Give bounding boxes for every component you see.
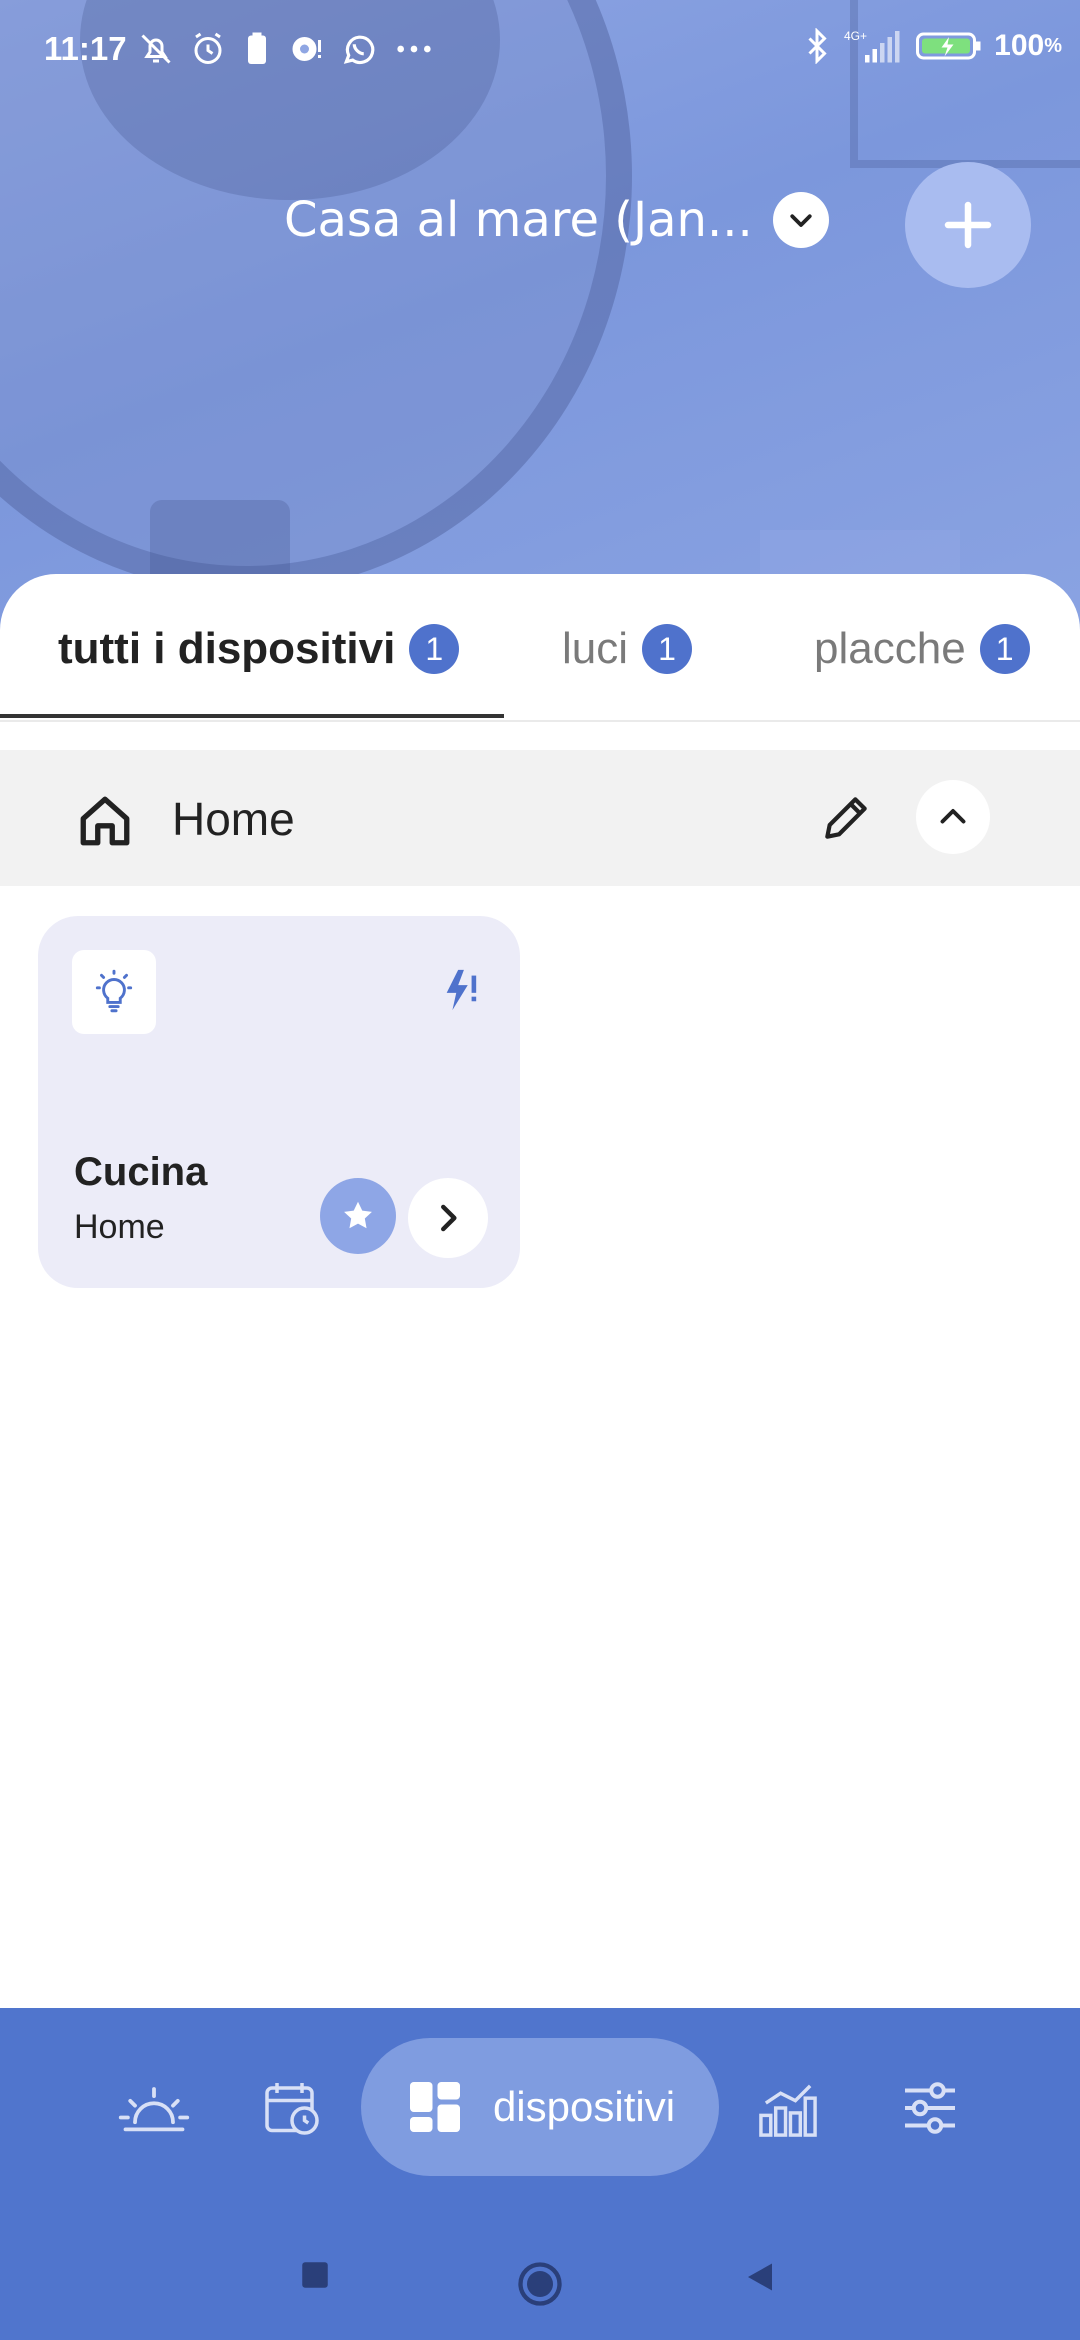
bell-off-icon bbox=[138, 31, 174, 67]
device-room: Home bbox=[74, 1208, 165, 1246]
signal-icon: 4G+ bbox=[844, 28, 904, 64]
flash-alert-icon bbox=[442, 966, 482, 1017]
back-button[interactable] bbox=[742, 2258, 778, 2296]
plus-icon bbox=[944, 201, 992, 249]
home-selector[interactable]: Casa al mare (Jan... bbox=[284, 192, 829, 248]
battery-icon bbox=[916, 28, 982, 64]
alarm-icon bbox=[190, 31, 226, 67]
triangle-back-icon bbox=[748, 2263, 772, 2291]
devices-sheet: tutti i dispositivi 1 luci 1 placche 1 H… bbox=[0, 574, 1080, 2008]
sync-icon bbox=[288, 31, 324, 67]
tab-lights[interactable]: luci 1 bbox=[562, 624, 693, 674]
status-bar: 11:17 4G+ 100 % bbox=[0, 0, 1080, 104]
nav-devices[interactable]: dispositivi bbox=[361, 2038, 719, 2176]
sliders-icon bbox=[905, 2082, 955, 2134]
open-device-button[interactable] bbox=[408, 1178, 488, 1258]
lightbulb-icon bbox=[72, 950, 156, 1034]
chevron-down-icon bbox=[772, 192, 829, 248]
tab-label: placche bbox=[814, 624, 966, 673]
house-icon bbox=[76, 792, 134, 855]
tab-label: tutti i dispositivi bbox=[58, 624, 396, 673]
svg-text:4G+: 4G+ bbox=[844, 29, 867, 43]
add-button[interactable] bbox=[905, 162, 1031, 288]
status-time: 11:17 bbox=[44, 30, 127, 67]
bluetooth-icon bbox=[802, 28, 832, 64]
whatsapp-icon bbox=[340, 30, 378, 68]
tab-bar: tutti i dispositivi 1 luci 1 placche 1 bbox=[0, 574, 1080, 722]
recents-button[interactable] bbox=[298, 2258, 332, 2292]
star-icon bbox=[344, 1201, 372, 1229]
nav-schedule[interactable] bbox=[262, 2078, 322, 2138]
tab-label: luci bbox=[562, 624, 629, 673]
bottom-nav: dispositivi bbox=[0, 2008, 1080, 2340]
group-title: Home bbox=[172, 793, 295, 845]
nav-devices-label: dispositivi bbox=[492, 2083, 676, 2130]
group-header: Home bbox=[0, 750, 1080, 886]
pencil-icon[interactable] bbox=[818, 790, 874, 851]
battery-percent: 100% bbox=[994, 29, 1062, 62]
nav-settings[interactable] bbox=[900, 2078, 960, 2138]
tab-count-badge: 1 bbox=[979, 624, 1030, 674]
calendar-clock-icon bbox=[265, 2083, 319, 2135]
nav-scenes[interactable] bbox=[116, 2078, 192, 2138]
chevron-right-icon bbox=[441, 1204, 457, 1232]
square-icon bbox=[302, 2262, 328, 2288]
sunrise-icon bbox=[118, 2087, 190, 2132]
active-tab-indicator bbox=[0, 714, 504, 718]
home-title: Casa al mare (Jan... bbox=[284, 192, 753, 248]
device-name: Cucina bbox=[74, 1150, 208, 1194]
dashboard-icon bbox=[409, 2082, 460, 2132]
tab-count-badge: 1 bbox=[409, 624, 460, 674]
collapse-button[interactable] bbox=[916, 780, 990, 854]
chevron-up-icon bbox=[940, 809, 966, 824]
favorite-button[interactable] bbox=[320, 1178, 396, 1254]
tab-count-badge: 1 bbox=[642, 624, 693, 674]
battery-saver-icon bbox=[242, 31, 272, 67]
chart-icon bbox=[759, 2084, 817, 2137]
tab-plates[interactable]: placche 1 bbox=[814, 624, 1030, 674]
home-button[interactable] bbox=[514, 2258, 566, 2310]
nav-stats[interactable] bbox=[756, 2078, 820, 2138]
more-icon bbox=[394, 31, 434, 67]
tab-all-devices[interactable]: tutti i dispositivi 1 bbox=[58, 624, 460, 674]
circle-icon bbox=[518, 2262, 562, 2306]
device-card[interactable]: Cucina Home bbox=[38, 916, 520, 1288]
